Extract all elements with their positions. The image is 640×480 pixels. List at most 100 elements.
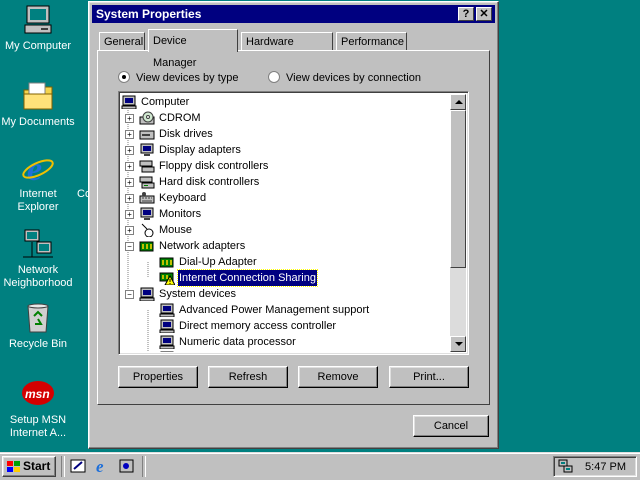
system-properties-window[interactable]: System Properties ? ✕ General Device Man…: [88, 1, 499, 449]
tree-item[interactable]: + Disk drives: [121, 126, 450, 142]
tree-item[interactable]: + Display adapters: [121, 142, 450, 158]
tab-label: Performance: [341, 36, 404, 48]
expand-icon[interactable]: +: [125, 178, 134, 187]
cancel-button[interactable]: Cancel: [413, 415, 489, 437]
clock[interactable]: 5:47 PM: [585, 457, 626, 477]
computer-icon: [121, 95, 137, 110]
tab-performance[interactable]: Performance: [336, 32, 407, 51]
floppy-controller-icon: [139, 159, 155, 173]
tree-item[interactable]: + Hard disk controllers: [121, 174, 450, 190]
system-device-icon: [159, 319, 175, 334]
device-manager-panel: View devices by type View devices by con…: [97, 50, 490, 405]
tree-item[interactable]: Plug and: [121, 350, 450, 352]
expand-icon[interactable]: +: [125, 130, 134, 139]
quick-launch-desktop[interactable]: [70, 458, 87, 475]
disk-drive-icon: [139, 127, 155, 141]
tree-item-label: Advanced Power Management support: [179, 304, 370, 316]
tree-item[interactable]: + Floppy disk controllers: [121, 158, 450, 174]
title-bar[interactable]: System Properties ? ✕: [92, 5, 495, 23]
tree-item[interactable]: + Monitors: [121, 206, 450, 222]
desktop-icon-setup-msn[interactable]: msn Setup MSN Internet A...: [0, 378, 76, 440]
tab-device-manager[interactable]: Device Manager: [148, 29, 238, 69]
properties-button[interactable]: Properties: [118, 366, 198, 388]
system-device-icon: [159, 351, 175, 352]
expand-icon[interactable]: +: [125, 210, 134, 219]
desktop-icon-internet-explorer[interactable]: e Internet Explorer: [0, 151, 76, 214]
tree-item[interactable]: Internet Connection Sharing: [121, 269, 450, 287]
button-label: Remove: [317, 371, 359, 383]
tab-hardware-profiles[interactable]: Hardware Profiles: [241, 32, 333, 66]
expand-icon[interactable]: +: [125, 114, 134, 123]
tree-item-label: Hard disk controllers: [159, 176, 260, 188]
tree-item-label: Network adapters: [159, 240, 246, 252]
windows-logo-icon: [7, 461, 20, 472]
network-neighborhood-icon: [21, 228, 55, 260]
device-tree-list: Computer + CDROM + Disk drives + Display adapt…: [121, 94, 450, 352]
my-computer-icon: [21, 4, 55, 36]
radio-unselected-icon: [268, 71, 280, 83]
collapse-icon[interactable]: −: [125, 242, 134, 251]
radio-view-by-connection[interactable]: View devices by connection: [268, 71, 421, 84]
recycle-bin-icon: [21, 302, 55, 334]
quick-launch-ie[interactable]: e: [94, 457, 111, 476]
tree-item-label: Internet Connection Sharing: [177, 269, 318, 287]
tree-item-label: Keyboard: [159, 192, 207, 204]
vertical-scrollbar[interactable]: [450, 94, 466, 352]
tree-item-label: Plug and: [178, 350, 223, 352]
display-adapter-icon: [139, 143, 155, 157]
desktop-icon-my-documents[interactable]: My Documents: [0, 80, 76, 129]
quick-launch-channels[interactable]: [118, 458, 135, 475]
expand-icon[interactable]: +: [125, 162, 134, 171]
taskbar-separator: [142, 456, 146, 477]
mouse-icon: [139, 223, 155, 238]
tree-item[interactable]: Numeric data processor: [121, 334, 450, 350]
tree-item[interactable]: + Mouse: [121, 222, 450, 238]
svg-text:msn: msn: [25, 387, 50, 401]
close-icon: ✕: [479, 8, 489, 20]
button-label: Cancel: [433, 420, 469, 432]
remove-button[interactable]: Remove: [298, 366, 378, 388]
keyboard-icon: [139, 191, 155, 205]
start-label: Start: [23, 459, 51, 473]
expand-icon[interactable]: +: [125, 146, 134, 155]
desktop-icon-my-computer[interactable]: My Computer: [0, 4, 76, 53]
show-desktop-icon: [70, 459, 86, 473]
help-button[interactable]: ?: [458, 7, 474, 21]
scroll-up-button[interactable]: [450, 94, 466, 110]
tree-item-label: Computer: [141, 96, 190, 108]
tab-general[interactable]: General: [99, 32, 145, 51]
radio-label: View devices by connection: [286, 72, 421, 84]
tree-item[interactable]: Computer: [121, 94, 450, 110]
tree-item[interactable]: Direct memory access controller: [121, 318, 450, 334]
desktop-icon-label: Recycle Bin: [8, 338, 68, 350]
scroll-down-button[interactable]: [450, 336, 466, 352]
device-tree[interactable]: Computer + CDROM + Disk drives + Display adapt…: [118, 91, 469, 355]
network-tray-icon[interactable]: [558, 459, 574, 474]
tree-item[interactable]: − Network adapters: [121, 238, 450, 254]
network-card-warning-icon: [159, 271, 176, 286]
button-label: Properties: [132, 371, 184, 383]
network-adapter-icon: [139, 239, 155, 253]
start-button[interactable]: Start: [2, 456, 56, 477]
tree-item-label: Mouse: [159, 224, 193, 236]
close-button[interactable]: ✕: [476, 7, 492, 21]
print-button[interactable]: Print...: [389, 366, 469, 388]
tree-item-label: Display adapters: [159, 144, 241, 156]
system-device-icon: [159, 303, 175, 318]
expand-icon[interactable]: +: [125, 226, 134, 235]
quick-launch-separator: [61, 456, 65, 477]
tree-item[interactable]: + CDROM: [121, 110, 450, 126]
tree-item-label: Direct memory access controller: [179, 320, 337, 332]
desktop-icon-recycle-bin[interactable]: Recycle Bin: [0, 302, 76, 351]
refresh-button[interactable]: Refresh: [208, 366, 288, 388]
desktop-icon-label: Network Neighborhood: [3, 264, 73, 289]
scroll-thumb[interactable]: [450, 110, 466, 268]
desktop-icon-label: Internet Explorer: [17, 188, 59, 213]
tree-item[interactable]: Dial-Up Adapter: [121, 254, 450, 270]
collapse-icon[interactable]: −: [125, 290, 134, 299]
tree-item[interactable]: − System devices: [121, 286, 450, 302]
desktop-icon-network-neighborhood[interactable]: Network Neighborhood: [0, 228, 76, 290]
tree-item[interactable]: Advanced Power Management support: [121, 302, 450, 318]
tree-item[interactable]: + Keyboard: [121, 190, 450, 206]
expand-icon[interactable]: +: [125, 194, 134, 203]
